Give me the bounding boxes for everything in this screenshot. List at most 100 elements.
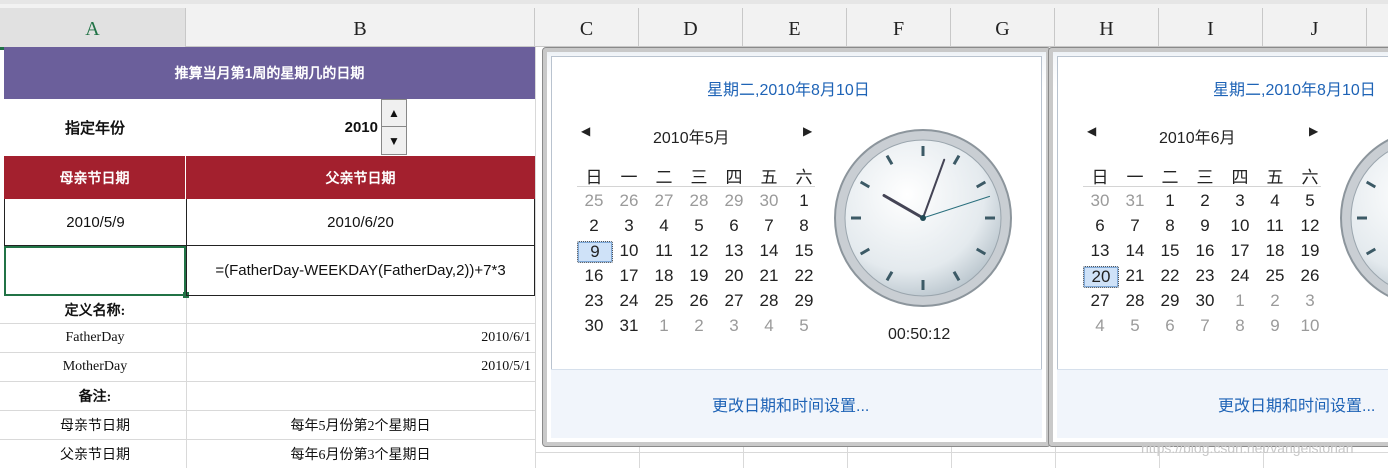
column-header-c[interactable]: C: [535, 8, 639, 50]
calendar-day[interactable]: 10: [612, 241, 646, 261]
calendar-day[interactable]: 15: [787, 241, 821, 261]
calendar-day[interactable]: 7: [1118, 216, 1152, 236]
column-header-f[interactable]: F: [847, 8, 951, 50]
spin-down-arrow-icon[interactable]: ▼: [382, 127, 406, 154]
calendar-day[interactable]: 30: [1083, 191, 1117, 211]
calendar-day[interactable]: 22: [787, 266, 821, 286]
calendar-day[interactable]: 1: [1153, 191, 1187, 211]
father-day-date-cell[interactable]: 2010/6/20: [186, 199, 535, 246]
column-header-a[interactable]: A: [0, 8, 186, 50]
next-month-icon[interactable]: ▶: [1309, 124, 1318, 138]
calendar-day[interactable]: 24: [612, 291, 646, 311]
calendar-day[interactable]: 20: [717, 266, 751, 286]
calendar-day-selected[interactable]: 9: [577, 241, 613, 263]
calendar-day[interactable]: 15: [1153, 241, 1187, 261]
calendar-day[interactable]: 2: [1188, 191, 1222, 211]
prev-month-icon[interactable]: ◀: [1087, 124, 1096, 138]
calendar-day[interactable]: 30: [577, 316, 611, 336]
calendar-day[interactable]: 14: [1118, 241, 1152, 261]
note-label[interactable]: 备注:: [4, 382, 186, 410]
calendar-day[interactable]: 2: [1258, 291, 1292, 311]
calendar-day-selected[interactable]: 20: [1083, 266, 1119, 288]
column-header-g[interactable]: G: [951, 8, 1055, 50]
change-datetime-settings-link[interactable]: 更改日期和时间设置...: [1218, 392, 1375, 416]
calendar-day[interactable]: 25: [577, 191, 611, 211]
calendar-day[interactable]: 10: [1223, 216, 1257, 236]
calendar-day[interactable]: 16: [1188, 241, 1222, 261]
calendar-day[interactable]: 3: [1293, 291, 1327, 311]
year-label-cell[interactable]: 指定年份: [4, 99, 186, 156]
calendar-day[interactable]: 9: [1188, 216, 1222, 236]
mother-day-header[interactable]: 母亲节日期: [4, 156, 186, 199]
calendar-day[interactable]: 3: [717, 316, 751, 336]
calendar-day[interactable]: 3: [612, 216, 646, 236]
calendar-day[interactable]: 30: [1188, 291, 1222, 311]
spin-up-arrow-icon[interactable]: ▲: [382, 100, 406, 127]
selected-cell-a6[interactable]: [4, 246, 186, 296]
calendar-day[interactable]: 27: [647, 191, 681, 211]
calendar-day[interactable]: 18: [1258, 241, 1292, 261]
mother-day-date-cell[interactable]: 2010/5/9: [4, 199, 186, 246]
define-name-label[interactable]: 定义名称:: [4, 296, 186, 323]
calendar-day[interactable]: 29: [1153, 291, 1187, 311]
column-header-b[interactable]: B: [186, 8, 535, 50]
note-mother-label[interactable]: 母亲节日期: [4, 411, 186, 439]
calendar-day[interactable]: 25: [1258, 266, 1292, 286]
name-motherday-value[interactable]: 2010/5/1: [186, 353, 535, 381]
calendar-day[interactable]: 3: [1223, 191, 1257, 211]
note-mother-value[interactable]: 每年5月份第2个星期日: [186, 411, 535, 439]
calendar-day[interactable]: 30: [752, 191, 786, 211]
calendar-day[interactable]: 31: [612, 316, 646, 336]
calendar-day[interactable]: 1: [1223, 291, 1257, 311]
calendar-day[interactable]: 5: [787, 316, 821, 336]
calendar-day[interactable]: 7: [752, 216, 786, 236]
note-father-label[interactable]: 父亲节日期: [4, 440, 186, 468]
calendar-day[interactable]: 16: [577, 266, 611, 286]
calendar-day[interactable]: 28: [682, 191, 716, 211]
calendar-day[interactable]: 6: [1083, 216, 1117, 236]
calendar-day[interactable]: 5: [682, 216, 716, 236]
calendar-day[interactable]: 26: [1293, 266, 1327, 286]
calendar-day[interactable]: 25: [647, 291, 681, 311]
calendar-day[interactable]: 8: [1223, 316, 1257, 336]
calendar-day[interactable]: 13: [717, 241, 751, 261]
calendar-day[interactable]: 1: [787, 191, 821, 211]
calendar-day[interactable]: 26: [612, 191, 646, 211]
calendar-day[interactable]: 26: [682, 291, 716, 311]
note-father-value[interactable]: 每年6月份第3个星期日: [186, 440, 535, 468]
column-header-e[interactable]: E: [743, 8, 847, 50]
calendar-day[interactable]: 6: [717, 216, 751, 236]
year-spinner[interactable]: ▲ ▼: [381, 99, 407, 155]
sheet-title-cell[interactable]: 推算当月第1周的星期几的日期: [4, 47, 535, 99]
formula-text-cell[interactable]: =(FatherDay-WEEKDAY(FatherDay,2))+7*3: [186, 246, 535, 296]
popup-date-title[interactable]: 星期二,2010年8月10日: [1213, 76, 1376, 100]
calendar-day[interactable]: 4: [1258, 191, 1292, 211]
calendar-day[interactable]: 4: [1083, 316, 1117, 336]
calendar-day[interactable]: 10: [1293, 316, 1327, 336]
name-fatherday-value[interactable]: 2010/6/1: [186, 324, 535, 352]
calendar-day[interactable]: 12: [1293, 216, 1327, 236]
calendar-day[interactable]: 2: [577, 216, 611, 236]
calendar-day[interactable]: 31: [1118, 191, 1152, 211]
calendar-day[interactable]: 11: [1258, 216, 1292, 236]
calendar-day[interactable]: 19: [1293, 241, 1327, 261]
popup-date-title[interactable]: 星期二,2010年8月10日: [707, 76, 870, 100]
calendar-day[interactable]: 5: [1293, 191, 1327, 211]
calendar-day[interactable]: 9: [1258, 316, 1292, 336]
calendar-day[interactable]: 23: [1188, 266, 1222, 286]
calendar-day[interactable]: 27: [717, 291, 751, 311]
calendar-day[interactable]: 4: [647, 216, 681, 236]
column-header-d[interactable]: D: [639, 8, 743, 50]
calendar-day[interactable]: 18: [647, 266, 681, 286]
calendar-day[interactable]: 17: [1223, 241, 1257, 261]
column-header-j[interactable]: J: [1263, 8, 1367, 50]
calendar-day[interactable]: 24: [1223, 266, 1257, 286]
calendar-day[interactable]: 29: [787, 291, 821, 311]
father-day-header[interactable]: 父亲节日期: [186, 156, 535, 199]
calendar-day[interactable]: 21: [752, 266, 786, 286]
calendar-day[interactable]: 23: [577, 291, 611, 311]
calendar-day[interactable]: 4: [752, 316, 786, 336]
calendar-day[interactable]: 12: [682, 241, 716, 261]
calendar-month-label[interactable]: 2010年6月: [1159, 124, 1236, 148]
name-motherday-cell[interactable]: MotherDay: [4, 353, 186, 381]
